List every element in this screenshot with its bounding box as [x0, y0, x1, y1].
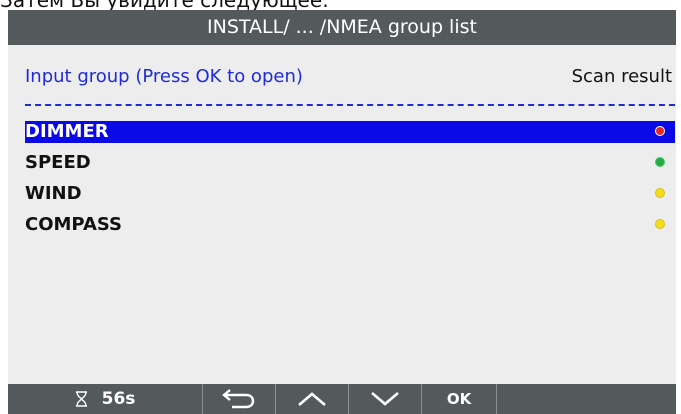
chevron-up-icon [297, 391, 327, 407]
empty-soft-key[interactable] [497, 384, 676, 414]
up-button[interactable] [276, 384, 348, 414]
status-dot-red [655, 126, 665, 136]
list-header: Input group (Press OK to open) Scan resu… [8, 64, 676, 90]
input-group-header: Input group (Press OK to open) [25, 66, 303, 87]
timer-indicator: 56s [8, 384, 202, 414]
title-bar: INSTALL/ ... /NMEA group list [8, 10, 676, 45]
device-display: INSTALL/ ... /NMEA group list Input grou… [8, 10, 676, 414]
down-button[interactable] [349, 384, 421, 414]
group-row-dimmer[interactable]: DIMMER [25, 121, 675, 143]
status-dot-yellow [655, 219, 665, 229]
timer-value: 56s [101, 389, 136, 409]
group-label: SPEED [25, 152, 91, 173]
bottom-soft-key-bar: 56s OK [8, 384, 676, 414]
status-dot-yellow [655, 188, 665, 198]
group-label: COMPASS [25, 214, 123, 235]
ok-label: OK [446, 390, 472, 408]
group-label: WIND [25, 183, 82, 204]
group-row-speed[interactable]: SPEED [25, 152, 675, 174]
group-list: DIMMER SPEED WIND COMPASS [25, 121, 675, 245]
status-dot-green [655, 157, 665, 167]
return-arrow-icon [222, 389, 256, 409]
chevron-down-icon [370, 391, 400, 407]
group-label: DIMMER [25, 121, 109, 142]
scan-result-header: Scan result [571, 66, 672, 87]
back-button[interactable] [203, 384, 275, 414]
group-row-wind[interactable]: WIND [25, 183, 675, 205]
group-row-compass[interactable]: COMPASS [25, 214, 675, 236]
hourglass-icon [75, 391, 88, 407]
dashed-divider [25, 104, 675, 106]
screen-title: INSTALL/ ... /NMEA group list [207, 16, 477, 38]
screen: Затем Вы увидите следующее: INSTALL/ ...… [0, 0, 681, 414]
ok-button[interactable]: OK [422, 384, 496, 414]
